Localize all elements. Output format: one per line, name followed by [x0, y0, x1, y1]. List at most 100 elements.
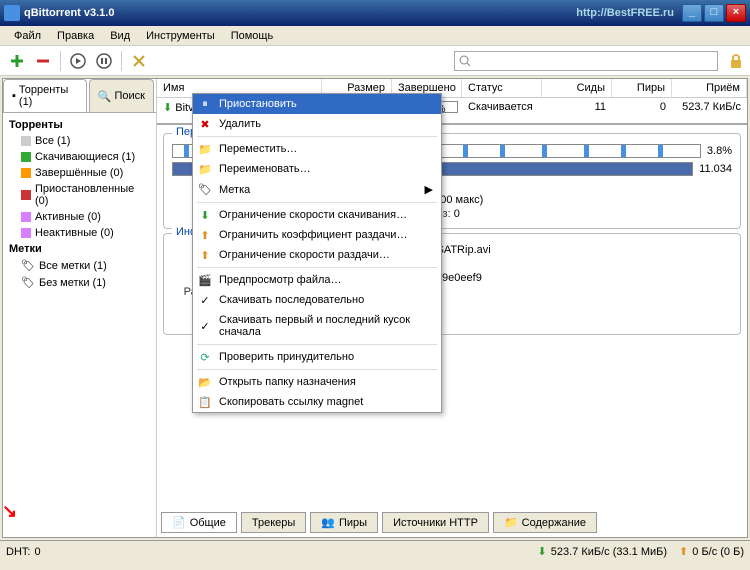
- menu-file[interactable]: Файл: [6, 28, 49, 43]
- ctx-limit-ratio[interactable]: ⬆Ограничить коэффициент раздачи…: [193, 225, 441, 245]
- separator: [197, 369, 437, 370]
- tab-http[interactable]: Источники HTTP: [382, 512, 489, 533]
- separator: [197, 136, 437, 137]
- tag-icon: 🏷: [197, 183, 213, 196]
- toolbar: [0, 46, 750, 76]
- ctx-copy-magnet[interactable]: 📋Скопировать ссылку magnet: [193, 392, 441, 412]
- peers-icon: 👥: [321, 516, 335, 529]
- ctx-rename[interactable]: 📁Переименовать…: [193, 159, 441, 179]
- remove-button[interactable]: [32, 50, 54, 72]
- sidebar-item-downloading[interactable]: Скачивающиеся (1): [3, 149, 156, 165]
- menubar: Файл Правка Вид Инструменты Помощь: [0, 26, 750, 46]
- annotation-arrow: ↘: [2, 501, 17, 522]
- separator: [121, 51, 122, 71]
- lock-icon[interactable]: [728, 53, 744, 69]
- separator: [60, 51, 61, 71]
- separator: [197, 267, 437, 268]
- ctx-label[interactable]: 🏷Метка▶: [193, 179, 441, 200]
- separator: [197, 344, 437, 345]
- sidebar-item-alltags[interactable]: 🏷Все метки (1): [3, 257, 156, 274]
- sidebar-item-notag[interactable]: 🏷Без метки (1): [3, 274, 156, 291]
- col-status[interactable]: Статус: [462, 79, 542, 97]
- sidebar-item-active[interactable]: Активные (0): [3, 209, 156, 225]
- ctx-sequential[interactable]: ✓Скачивать последовательно: [193, 290, 441, 310]
- search-box[interactable]: [454, 51, 718, 71]
- pause-icon: ⏸: [197, 98, 213, 111]
- dht-label: DHT:: [6, 546, 30, 558]
- minimize-button[interactable]: _: [682, 4, 702, 22]
- check-icon: ✓: [197, 320, 213, 333]
- check-icon: ✓: [197, 294, 213, 307]
- copy-icon: 📋: [197, 396, 213, 409]
- ctx-pause[interactable]: ⏸Приостановить: [193, 94, 441, 114]
- submenu-arrow-icon: ▶: [425, 183, 433, 196]
- status-upload[interactable]: ⬆0 Б/с (0 Б): [679, 545, 744, 558]
- ctx-move[interactable]: 📁Переместить…: [193, 139, 441, 159]
- sidebar-header-torrents: Торренты: [3, 117, 156, 133]
- ctx-limit-upload[interactable]: ⬆Ограничение скорости раздачи…: [193, 245, 441, 265]
- folder-icon: 📁: [504, 516, 518, 529]
- status-bar: DHT: 0 ⬇523.7 КиБ/с (33.1 МиБ) ⬆0 Б/с (0…: [0, 540, 750, 562]
- sidebar-item-all[interactable]: Все (1): [3, 133, 156, 149]
- resume-button[interactable]: [67, 50, 89, 72]
- sidebar-item-paused[interactable]: Приостановленные (0): [3, 181, 156, 209]
- recheck-icon: ⟳: [197, 351, 213, 364]
- delete-icon: ✖: [197, 118, 213, 131]
- sidebar-item-completed[interactable]: Завершённые (0): [3, 165, 156, 181]
- down-icon: ⬇: [538, 545, 547, 558]
- availability-value: 11.034: [699, 163, 732, 175]
- add-button[interactable]: [6, 50, 28, 72]
- folder-icon: 📂: [197, 376, 213, 389]
- sidebar-header-tags: Метки: [3, 241, 156, 257]
- col-down[interactable]: Приём: [672, 79, 747, 97]
- app-icon: [4, 5, 20, 21]
- folder-icon: 📁: [197, 143, 213, 156]
- col-seeds[interactable]: Сиды: [542, 79, 612, 97]
- pause-button[interactable]: [93, 50, 115, 72]
- tab-general[interactable]: 📄Общие: [161, 512, 237, 533]
- search-input[interactable]: [471, 55, 713, 67]
- filter-icon: ▪: [12, 90, 16, 102]
- ctx-recheck[interactable]: ⟳Проверить принудительно: [193, 347, 441, 367]
- status-download[interactable]: ⬇523.7 КиБ/с (33.1 МиБ): [538, 545, 668, 558]
- tab-content[interactable]: 📁Содержание: [493, 512, 597, 533]
- down-icon: ⬇: [197, 209, 213, 222]
- maximize-button[interactable]: □: [704, 4, 724, 22]
- settings-button[interactable]: [128, 50, 150, 72]
- tag-icon: 🏷: [21, 276, 35, 289]
- doc-icon: 📄: [172, 516, 186, 529]
- menu-edit[interactable]: Правка: [49, 28, 102, 43]
- window-title: qBittorrent v3.1.0: [24, 7, 576, 19]
- ctx-open-folder[interactable]: 📂Открыть папку назначения: [193, 372, 441, 392]
- content-area: ▪Торренты (1) 🔍Поиск Торренты Все (1) Ск…: [2, 78, 748, 538]
- tab-trackers[interactable]: Трекеры: [241, 512, 306, 533]
- ctx-delete[interactable]: ✖Удалить: [193, 114, 441, 134]
- rename-icon: 📁: [197, 163, 213, 176]
- ctx-firstlast[interactable]: ✓Скачивать первый и последний кусок снач…: [193, 310, 441, 342]
- sidebar-item-inactive[interactable]: Неактивные (0): [3, 225, 156, 241]
- col-peers[interactable]: Пиры: [612, 79, 672, 97]
- ctx-limit-download[interactable]: ⬇Ограничение скорости скачивания…: [193, 205, 441, 225]
- ctx-preview[interactable]: 🎬Предпросмотр файла…: [193, 270, 441, 290]
- ratio-icon: ⬆: [197, 229, 213, 242]
- menu-view[interactable]: Вид: [102, 28, 138, 43]
- sidebar: ▪Торренты (1) 🔍Поиск Торренты Все (1) Ск…: [3, 79, 157, 537]
- main-panel: Имя Размер Завершено Статус Сиды Пиры Пр…: [157, 79, 747, 537]
- watermark-url: http://BestFREE.ru: [576, 7, 674, 19]
- titlebar: qBittorrent v3.1.0 http://BestFREE.ru _ …: [0, 0, 750, 26]
- tab-peers[interactable]: 👥Пиры: [310, 512, 378, 533]
- up-icon: ⬆: [679, 545, 688, 558]
- separator: [197, 202, 437, 203]
- search-icon: 🔍: [98, 90, 112, 103]
- progress-value: 3.8%: [707, 145, 732, 157]
- menu-help[interactable]: Помощь: [223, 28, 282, 43]
- close-button[interactable]: ×: [726, 4, 746, 22]
- tab-search[interactable]: 🔍Поиск: [89, 79, 154, 112]
- menu-tools[interactable]: Инструменты: [138, 28, 223, 43]
- up-icon: ⬆: [197, 249, 213, 262]
- preview-icon: 🎬: [197, 274, 213, 287]
- download-icon: ⬇: [163, 102, 172, 114]
- tab-torrents[interactable]: ▪Торренты (1): [3, 79, 87, 112]
- context-menu: ⏸Приостановить ✖Удалить 📁Переместить… 📁П…: [192, 93, 442, 413]
- search-icon: [459, 55, 471, 67]
